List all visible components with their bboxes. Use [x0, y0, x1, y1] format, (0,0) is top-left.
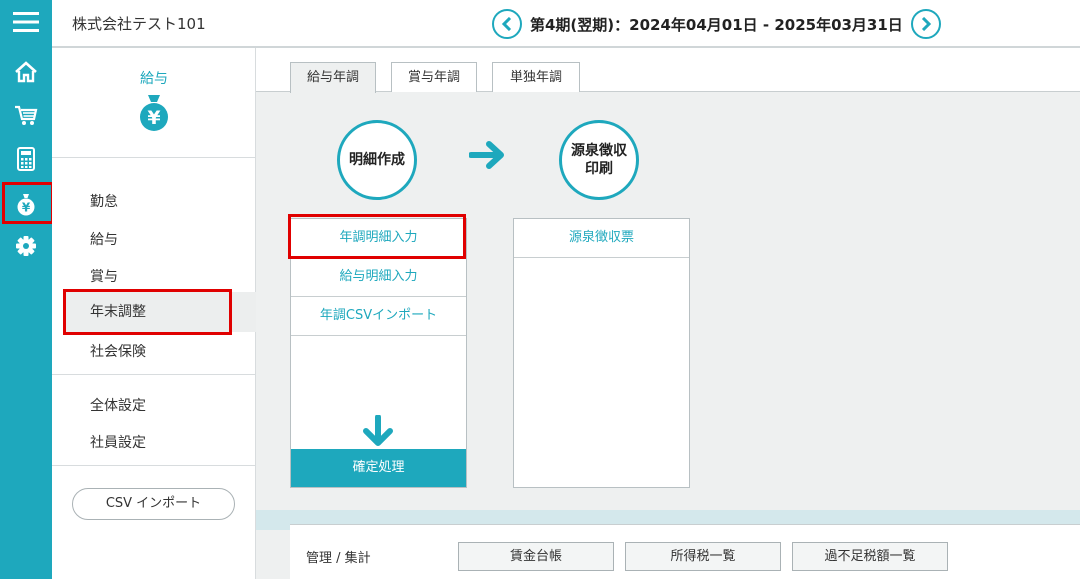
divider: [52, 374, 256, 375]
next-period-button[interactable]: [910, 9, 941, 39]
cart-icon[interactable]: [0, 95, 52, 135]
menu-item-year-end-csv-import[interactable]: 年調CSVインポート: [291, 297, 466, 336]
calculator-icon[interactable]: [0, 139, 52, 179]
side-item-social-insurance[interactable]: 社会保険: [90, 341, 146, 361]
menu-item-withholding-slip[interactable]: 源泉徴収票: [514, 219, 689, 258]
period-selector: 第4期(翌期)：2024年04月01日 - 2025年03月31日: [492, 9, 941, 39]
period-label: 第4期(翌期)：2024年04月01日 - 2025年03月31日: [530, 15, 903, 34]
menu-item-salary-details-input[interactable]: 給与明細入力: [291, 258, 466, 297]
divider: [52, 465, 256, 466]
prev-period-button[interactable]: [492, 9, 522, 39]
step-title: 明細作成: [349, 152, 405, 168]
step-title: 源泉徴収印刷: [571, 143, 627, 177]
header: 株式会社テスト101 第4期(翌期)：2024年04月01日 - 2025年03…: [52, 0, 1080, 48]
tab-bar: 給与年調 賞与年調 単独年調: [256, 48, 1080, 93]
tax-excess-deficiency-list-button[interactable]: 過不足税額一覧: [792, 542, 948, 571]
main-highlight-box: [288, 214, 466, 259]
management-bar: 管理 / 集計 賃金台帳 所得税一覧 過不足税額一覧: [290, 524, 1080, 579]
side-item-employee-settings[interactable]: 社員設定: [90, 432, 146, 452]
side-highlight-box: [63, 289, 232, 335]
tab-bonus-year-end[interactable]: 賞与年調: [391, 62, 477, 92]
arrow-right-icon: [468, 140, 507, 174]
app-root: ¥ 株式会社テスト101 第4期(翌期)：2024年04月01日 - 2025年…: [0, 0, 1080, 579]
side-item-salary[interactable]: 給与: [90, 229, 118, 249]
csv-import-button[interactable]: CSV インポート: [72, 488, 235, 520]
income-tax-list-button[interactable]: 所得税一覧: [625, 542, 781, 571]
company-name: 株式会社テスト101: [72, 15, 206, 33]
side-title: 給与: [140, 71, 168, 87]
gear-icon[interactable]: [0, 226, 52, 266]
icon-rail: ¥: [0, 0, 52, 579]
management-label: 管理 / 集計: [306, 551, 371, 566]
svg-text:¥: ¥: [147, 107, 160, 129]
money-bag-icon: ¥: [136, 92, 172, 136]
confirm-process-button[interactable]: 確定処理: [291, 449, 466, 487]
step-circle-withholding-print: 源泉徴収印刷: [559, 120, 639, 200]
rail-highlight-box: [2, 182, 54, 224]
arrow-down-icon: [361, 414, 395, 453]
tab-standalone-year-end[interactable]: 単独年調: [492, 62, 580, 92]
side-item-attendance[interactable]: 勤怠: [90, 191, 118, 211]
divider: [52, 157, 256, 158]
main-area: 給与年調 賞与年調 単独年調 明細作成 源泉徴収印刷 年調明細入力 給与明細入力…: [256, 48, 1080, 579]
side-item-general-settings[interactable]: 全体設定: [90, 395, 146, 415]
menu-icon[interactable]: [0, 2, 52, 42]
home-icon[interactable]: [0, 52, 52, 92]
wage-ledger-button[interactable]: 賃金台帳: [458, 542, 614, 571]
side-item-bonus[interactable]: 賞与: [90, 266, 118, 286]
tab-salary-year-end[interactable]: 給与年調: [290, 62, 376, 93]
chevron-right-icon: [921, 17, 931, 31]
chevron-left-icon: [501, 17, 512, 31]
step2-menu-box: 源泉徴収票: [513, 218, 690, 488]
step-circle-create-details: 明細作成: [337, 120, 417, 200]
